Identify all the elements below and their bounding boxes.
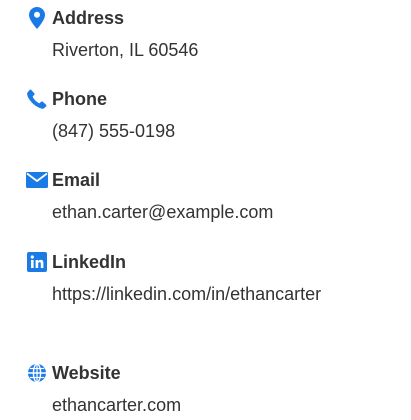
envelope-icon xyxy=(25,169,49,191)
contact-label-linkedin: LinkedIn xyxy=(52,252,127,272)
contact-label-phone: Phone xyxy=(52,89,108,109)
contact-label-address: Address xyxy=(52,8,125,28)
linkedin-icon xyxy=(25,251,49,273)
contact-label-email: Email xyxy=(52,170,101,190)
contact-value-phone: (847) 555-0198 xyxy=(52,121,176,141)
contact-value-email: ethan.carter@example.com xyxy=(52,202,274,222)
contact-value-address: Riverton, IL 60546 xyxy=(52,40,199,60)
globe-icon xyxy=(25,362,49,384)
phone-icon xyxy=(25,88,49,110)
contact-value-linkedin[interactable]: https://linkedin.com/in/ethancarter xyxy=(52,279,372,309)
map-pin-icon xyxy=(25,7,49,29)
contact-value-website[interactable]: ethancarter.com xyxy=(52,390,372,420)
contact-label-website: Website xyxy=(52,363,121,383)
